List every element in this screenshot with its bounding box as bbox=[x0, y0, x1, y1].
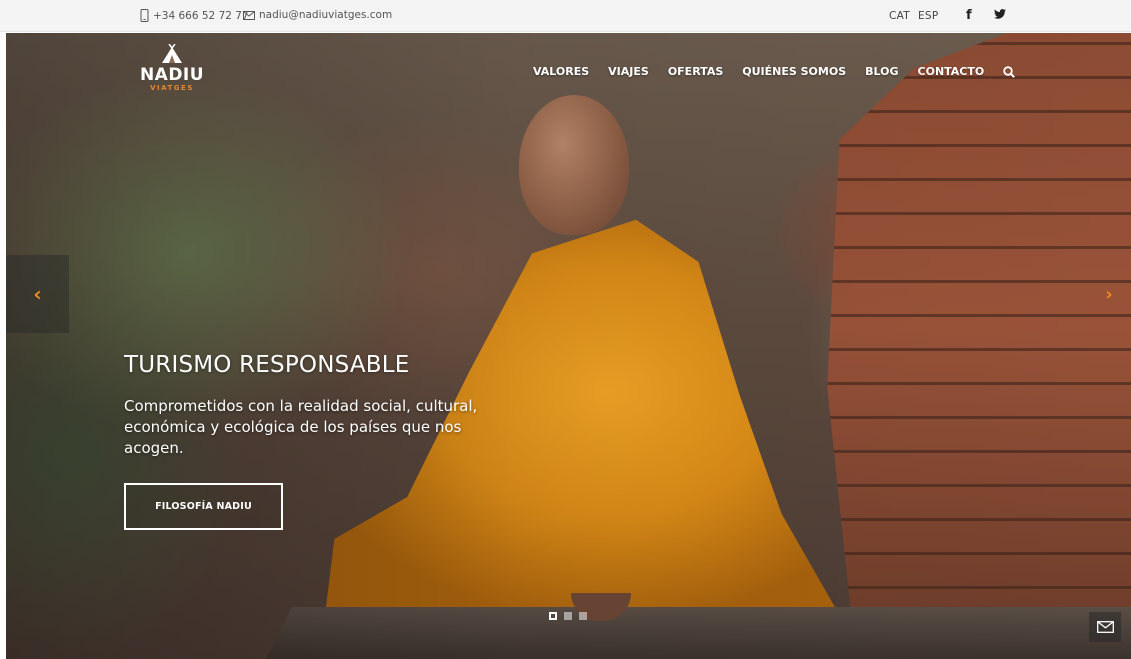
language-esp[interactable]: ESP bbox=[918, 10, 939, 22]
slider-dots bbox=[549, 612, 587, 620]
language-cat[interactable]: CAT bbox=[889, 10, 910, 22]
envelope-icon bbox=[243, 10, 255, 20]
chevron-left-icon: ‹ bbox=[33, 282, 42, 306]
slider-dot-1[interactable] bbox=[549, 612, 557, 620]
logo-subtitle: VIATGES bbox=[150, 84, 194, 92]
mail-icon bbox=[1096, 621, 1114, 633]
slider-dot-2[interactable] bbox=[564, 612, 572, 620]
nav-blog[interactable]: BLOG bbox=[865, 65, 898, 78]
facebook-icon[interactable]: f bbox=[966, 8, 972, 23]
slider-next-button[interactable]: › bbox=[1098, 280, 1120, 308]
nav-ofertas[interactable]: OFERTAS bbox=[668, 65, 723, 78]
floating-contact-button[interactable] bbox=[1089, 612, 1121, 642]
hero-overlay bbox=[6, 33, 1131, 659]
slide-title: TURISMO RESPONSABLE bbox=[124, 352, 410, 378]
email-contact[interactable]: nadiu@nadiuviatges.com bbox=[243, 9, 392, 21]
twitter-icon[interactable] bbox=[994, 8, 1006, 23]
hero-slider bbox=[6, 33, 1131, 659]
logo-tent-icon bbox=[162, 44, 182, 63]
phone-contact[interactable]: +34 666 52 72 77 bbox=[140, 9, 249, 22]
email-address: nadiu@nadiuviatges.com bbox=[259, 9, 393, 21]
phone-icon bbox=[140, 9, 149, 22]
slide-description: Comprometidos con la realidad social, cu… bbox=[124, 397, 478, 457]
nav-valores[interactable]: VALORES bbox=[533, 65, 589, 78]
slider-dot-3[interactable] bbox=[579, 612, 587, 620]
slider-prev-button[interactable]: ‹ bbox=[6, 255, 69, 333]
chevron-right-icon: › bbox=[1105, 283, 1113, 305]
nav-contacto[interactable]: CONTACTO bbox=[918, 65, 985, 78]
filosofia-button[interactable]: FILOSOFÍA NADIU bbox=[124, 483, 283, 530]
logo-name: NADIU bbox=[139, 65, 205, 85]
main-nav: VALORES VIAJES OFERTAS QUIÉNES SOMOS BLO… bbox=[533, 65, 1016, 78]
phone-number: +34 666 52 72 77 bbox=[153, 9, 249, 22]
nav-viajes[interactable]: VIAJES bbox=[608, 65, 649, 78]
top-bar: +34 666 52 72 77 nadiu@nadiuviatges.com … bbox=[0, 0, 1131, 32]
nav-quienes-somos[interactable]: QUIÉNES SOMOS bbox=[742, 65, 846, 78]
search-icon[interactable] bbox=[1003, 65, 1016, 78]
site-logo[interactable]: NADIU VIATGES bbox=[134, 44, 210, 93]
